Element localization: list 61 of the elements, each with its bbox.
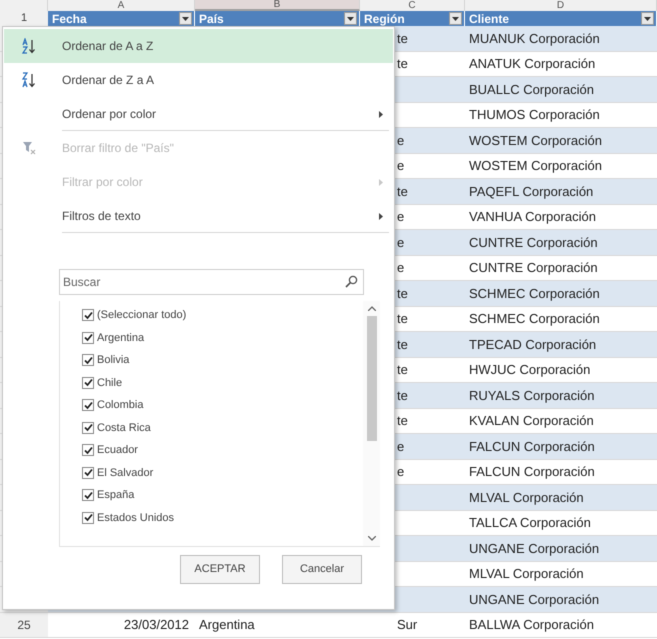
- scroll-down-icon[interactable]: [368, 536, 376, 541]
- search-field[interactable]: Buscar: [59, 269, 364, 295]
- checkmark-icon: [84, 490, 92, 500]
- filter-dropdown-button[interactable]: [641, 12, 654, 25]
- table-cell: UNGANE Corporación: [465, 536, 657, 560]
- table-cell: MLVAL Corporación: [465, 485, 657, 510]
- checkmark-icon: [84, 446, 92, 455]
- header-cell: Cliente: [469, 12, 510, 24]
- checkmark-icon: [84, 400, 92, 410]
- dropdown-arrow-icon[interactable]: [452, 16, 459, 20]
- checkmark-icon: [84, 513, 92, 522]
- scrollbar[interactable]: [363, 301, 380, 546]
- table-cell: WOSTEM Corporación: [465, 128, 657, 152]
- table-cell: BUALLC Corporación: [465, 77, 657, 102]
- checkbox-item[interactable]: Argentina: [82, 326, 363, 349]
- table-cell: PAQEFL Corporación: [465, 179, 657, 204]
- filter-dropdown-button[interactable]: [179, 12, 192, 25]
- filter-dropdown-button[interactable]: [449, 12, 462, 25]
- checkbox-item[interactable]: (Seleccionar todo): [82, 304, 363, 326]
- submenu-arrow-icon: [379, 212, 383, 220]
- scroll-up-icon[interactable]: [368, 306, 376, 311]
- submenu-arrow-icon: [379, 178, 383, 186]
- dropdown-arrow-icon[interactable]: [182, 16, 189, 20]
- checkbox-item[interactable]: España: [82, 484, 363, 506]
- table-cell: MUANUK Corporación: [465, 26, 657, 50]
- checkbox-item[interactable]: Ecuador: [82, 439, 363, 462]
- sort-ascending-icon: [22, 38, 36, 54]
- table-cell: CUNTRE Corporación: [465, 230, 657, 254]
- header-cell: País: [199, 12, 224, 24]
- header-cell: Fecha: [52, 12, 87, 24]
- dropdown-arrow-icon[interactable]: [644, 16, 651, 20]
- table-cell: RUYALS Corporación: [465, 383, 657, 408]
- header-cell: Región: [364, 12, 405, 24]
- checkbox-item[interactable]: Colombia: [82, 394, 363, 416]
- table-cell: TPECAD Corporación: [465, 332, 657, 356]
- checkmark-icon: [84, 310, 92, 320]
- checkbox-item[interactable]: Costa Rica: [82, 416, 363, 439]
- menu-item[interactable]: Ordenar de A a Z: [4, 29, 393, 63]
- checkbox-item[interactable]: Bolivia: [82, 349, 363, 372]
- clear-filter-icon: [22, 141, 36, 155]
- checkmark-icon: [84, 468, 92, 478]
- checkmark-icon: [84, 356, 92, 365]
- checkbox-item[interactable]: El Salvador: [82, 462, 363, 484]
- checkmark-icon: [84, 423, 92, 432]
- table-cell: SCHMEC Corporación: [465, 281, 657, 306]
- sort-descending-icon: [22, 72, 36, 88]
- table-cell: UNGANE Corporación: [465, 587, 657, 612]
- dialog-button[interactable]: ACEPTAR: [180, 555, 260, 584]
- scrollbar-thumb[interactable]: [366, 316, 376, 441]
- submenu-arrow-icon: [379, 110, 383, 118]
- checkbox-item[interactable]: Chile: [82, 372, 363, 394]
- checkmark-icon: [84, 333, 92, 342]
- dialog-button[interactable]: Cancelar: [282, 555, 362, 584]
- search-icon: [345, 275, 358, 288]
- checkmark-icon: [84, 378, 92, 388]
- dropdown-arrow-icon[interactable]: [347, 16, 354, 20]
- row-number[interactable]: 25: [0, 612, 48, 637]
- filter-dropdown-button[interactable]: [344, 12, 357, 25]
- row-number: 1: [0, 11, 48, 26]
- checkbox-item[interactable]: Estados Unidos: [82, 506, 363, 529]
- table-cell: FALCUN Corporación: [465, 434, 657, 458]
